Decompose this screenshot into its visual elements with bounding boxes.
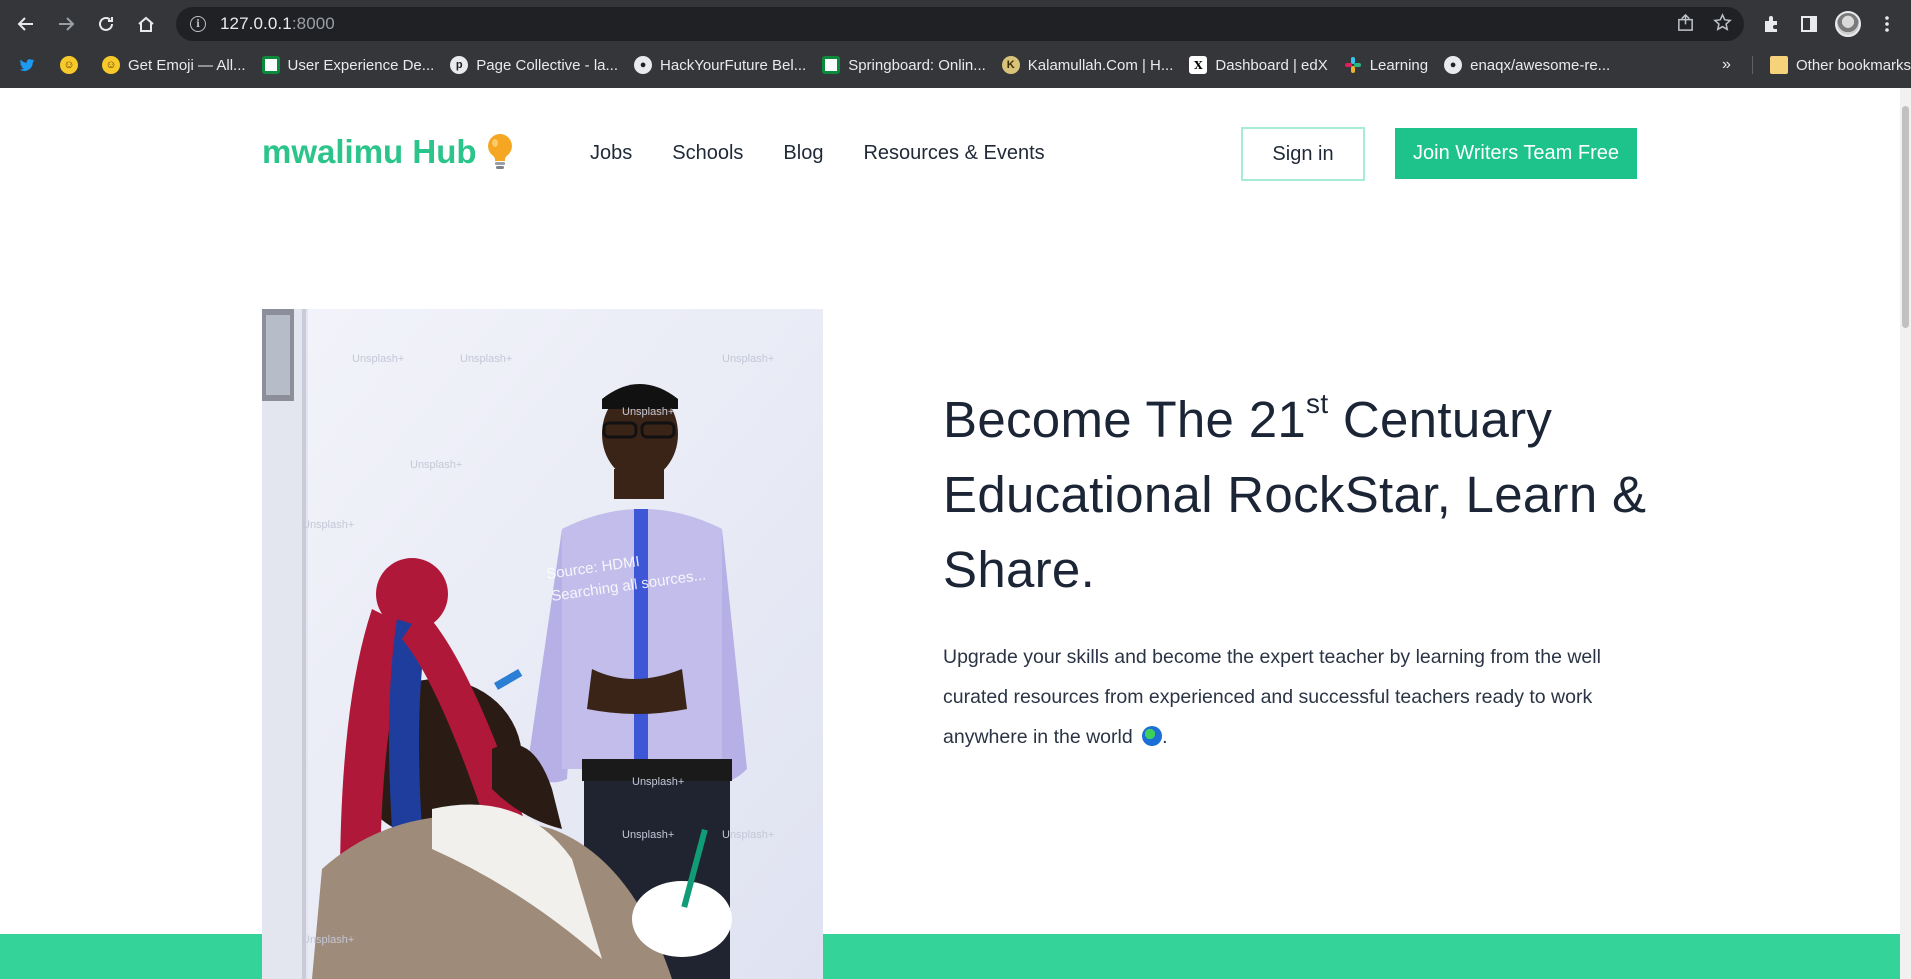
bookmark-label: Page Collective - la... — [476, 56, 619, 74]
globe-icon — [1142, 726, 1163, 746]
bookmark-label: Get Emoji — All... — [128, 56, 246, 74]
logo-text: mwalimu Hub — [262, 133, 477, 170]
bookmark-label: User Experience De... — [287, 56, 435, 74]
bookmark-label: enaqx/awesome-re... — [1470, 56, 1611, 74]
main-nav: Jobs Schools Blog Resources & Events — [590, 142, 1045, 165]
reload-icon[interactable] — [86, 4, 126, 44]
image-watermark: Unsplash+ — [302, 934, 355, 946]
image-watermark: Unsplash+ — [622, 829, 675, 841]
other-bookmarks-folder[interactable]: Other bookmarks — [1762, 50, 1911, 80]
browser-toolbar: i 127.0.0.1:8000 — [0, 0, 1911, 48]
nav-jobs[interactable]: Jobs — [590, 142, 632, 165]
bookmark-kalamullah[interactable]: K Kalamullah.Com | H... — [994, 51, 1182, 79]
nav-blog[interactable]: Blog — [783, 142, 823, 165]
bookmarks-bar: ☺ ☺ Get Emoji — All... User Experience D… — [0, 50, 1911, 80]
green-square-icon — [822, 56, 841, 74]
lightbulb-icon — [485, 132, 515, 172]
twitter-icon — [18, 56, 36, 74]
hero-image: Source: HDMI Searching all sources... Un… — [262, 309, 823, 979]
bookmark-label: Kalamullah.Com | H... — [1027, 56, 1174, 74]
image-watermark: Unsplash+ — [352, 353, 405, 365]
extensions-icon[interactable] — [1759, 12, 1783, 36]
other-bookmarks-label: Other bookmarks — [1796, 56, 1911, 74]
kalamullah-icon: K — [1001, 56, 1020, 74]
site-logo[interactable]: mwalimu Hub — [262, 132, 515, 172]
hero-description: Upgrade your skills and become the exper… — [943, 646, 1601, 748]
bookmark-twitter[interactable] — [10, 51, 52, 79]
hero-photo-illustration: Source: HDMI Searching all sources... — [262, 309, 823, 979]
image-watermark: Unsplash+ — [722, 353, 775, 365]
image-watermark: Unsplash+ — [302, 519, 355, 531]
image-watermark: Unsplash+ — [410, 459, 463, 471]
menu-kebab-icon[interactable] — [1875, 12, 1899, 36]
hero-text: Become The 21st Centuary Educational Roc… — [943, 382, 1663, 757]
bookmark-label: Learning — [1369, 56, 1429, 74]
bookmark-hackyourfuture[interactable]: ● HackYourFuture Bel... — [626, 51, 814, 79]
emoji-icon: ☺ — [60, 56, 78, 74]
back-icon[interactable] — [6, 4, 46, 44]
nav-schools[interactable]: Schools — [672, 142, 743, 165]
bookmark-user-experience[interactable]: User Experience De... — [254, 51, 443, 79]
site-header: mwalimu Hub Jobs Schools Blog Resources … — [0, 88, 1900, 218]
share-icon[interactable] — [1676, 13, 1695, 36]
green-square-icon — [261, 56, 280, 74]
page-scrollbar[interactable] — [1900, 88, 1911, 979]
github-icon: ● — [634, 56, 653, 74]
nav-resources-events[interactable]: Resources & Events — [863, 142, 1044, 165]
forward-icon[interactable] — [46, 4, 86, 44]
star-icon[interactable] — [1713, 12, 1732, 36]
page-collective-icon: p — [450, 56, 469, 74]
image-watermark: Unsplash+ — [632, 776, 685, 788]
bookmark-label: Springboard: Onlin... — [848, 56, 986, 74]
bookmark-awesome-react[interactable]: ● enaqx/awesome-re... — [1436, 51, 1618, 79]
emoji-icon: ☺ — [102, 56, 120, 74]
image-watermark: Unsplash+ — [622, 406, 675, 418]
browser-chrome: i 127.0.0.1:8000 ☺ ☺ Get Emoji — All... … — [0, 0, 1911, 88]
edx-icon: X — [1189, 56, 1208, 74]
site-info-icon[interactable]: i — [190, 16, 206, 32]
github-icon: ● — [1444, 56, 1463, 74]
join-writers-team-button[interactable]: Join Writers Team Free — [1395, 128, 1637, 179]
bookmark-label: Dashboard | edX — [1215, 56, 1328, 74]
bookmark-get-emoji[interactable]: ☺ Get Emoji — All... — [94, 51, 254, 79]
home-icon[interactable] — [126, 4, 166, 44]
hero-title: Become The 21st Centuary Educational Roc… — [943, 388, 1647, 599]
more-bookmarks-chevron-icon[interactable]: » — [1722, 50, 1731, 80]
slack-icon — [1344, 56, 1362, 74]
web-page: mwalimu Hub Jobs Schools Blog Resources … — [0, 88, 1900, 979]
bookmark-emoji[interactable]: ☺ — [52, 51, 94, 79]
url-text[interactable]: 127.0.0.1:8000 — [220, 14, 335, 34]
bookmark-page-collective[interactable]: p Page Collective - la... — [442, 51, 626, 79]
bookmark-learning[interactable]: Learning — [1336, 51, 1436, 79]
scrollbar-thumb[interactable] — [1902, 106, 1909, 328]
image-watermark: Unsplash+ — [722, 829, 775, 841]
bookmark-springboard[interactable]: Springboard: Onlin... — [814, 51, 994, 79]
profile-avatar[interactable] — [1835, 11, 1861, 37]
image-watermark: Unsplash+ — [460, 353, 513, 365]
side-panel-icon[interactable] — [1797, 12, 1821, 36]
folder-icon — [1770, 56, 1788, 74]
sign-in-button[interactable]: Sign in — [1241, 127, 1365, 181]
bookmark-label: HackYourFuture Bel... — [660, 56, 807, 74]
bookmarks-divider — [1752, 56, 1753, 74]
bookmark-edx[interactable]: X Dashboard | edX — [1181, 51, 1335, 79]
address-bar[interactable]: i 127.0.0.1:8000 — [176, 7, 1744, 41]
